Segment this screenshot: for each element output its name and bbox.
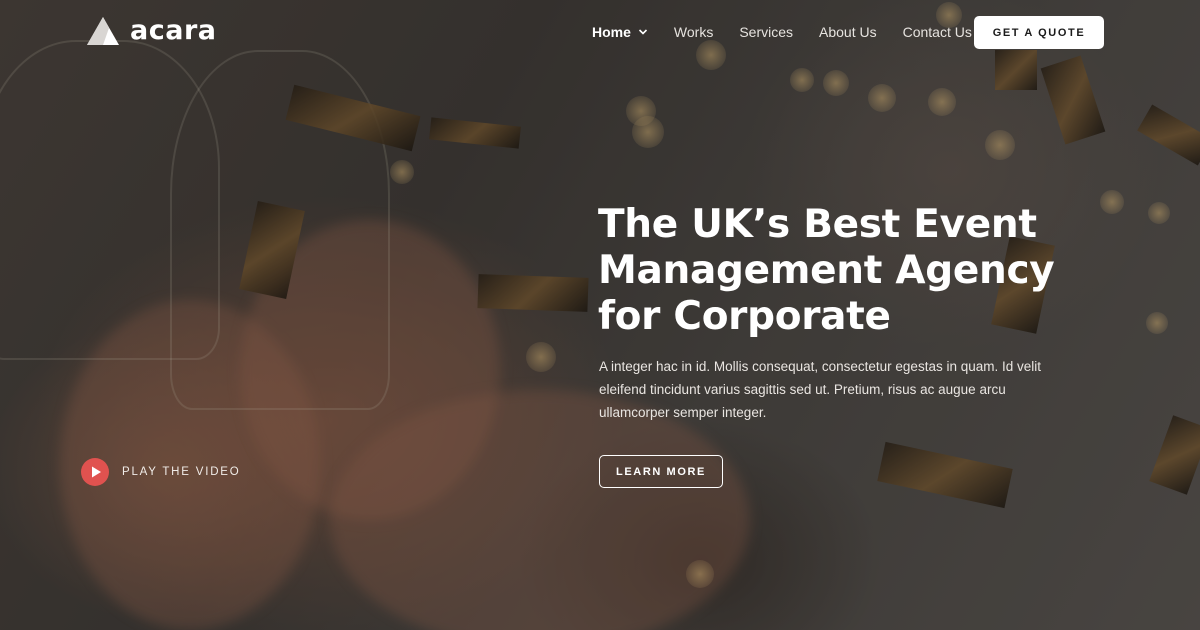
nav-item-about-us[interactable]: About Us xyxy=(819,24,877,40)
main-nav: Home Works Services About Us Contact Us xyxy=(592,24,998,40)
learn-more-button[interactable]: LEARN MORE xyxy=(599,455,723,488)
get-a-quote-button[interactable]: GET A QUOTE xyxy=(974,16,1104,49)
hero-title-line: The UK’s Best Event xyxy=(598,202,1037,247)
play-video-button[interactable]: PLAY THE VIDEO xyxy=(81,458,241,486)
play-icon xyxy=(81,458,109,486)
nav-item-contact-us[interactable]: Contact Us xyxy=(903,24,972,40)
nav-item-home[interactable]: Home xyxy=(592,24,648,40)
hero-description: A integer hac in id. Mollis consequat, c… xyxy=(599,359,1041,420)
play-video-label: PLAY THE VIDEO xyxy=(122,466,241,478)
nav-item-label: Services xyxy=(739,24,794,40)
site-header: acara Home Works Services About Us Conta… xyxy=(0,0,1200,64)
brand-name: acara xyxy=(130,15,217,46)
nav-item-services[interactable]: Services xyxy=(739,24,793,40)
triangle-logo-icon xyxy=(87,16,119,45)
nav-item-label: Home xyxy=(592,24,631,40)
hero-title: The UK’s Best Event Management Agency fo… xyxy=(598,202,1118,340)
chevron-down-icon xyxy=(638,29,647,35)
nav-item-label: Contact Us xyxy=(902,24,972,40)
logo[interactable]: acara xyxy=(86,15,216,46)
hero-title-line: for Corporate xyxy=(598,294,891,339)
nav-item-label: Works xyxy=(673,24,714,40)
nav-item-works[interactable]: Works xyxy=(674,24,713,40)
hero-title-line: Management Agency xyxy=(598,248,1055,293)
nav-item-label: About Us xyxy=(819,24,877,40)
